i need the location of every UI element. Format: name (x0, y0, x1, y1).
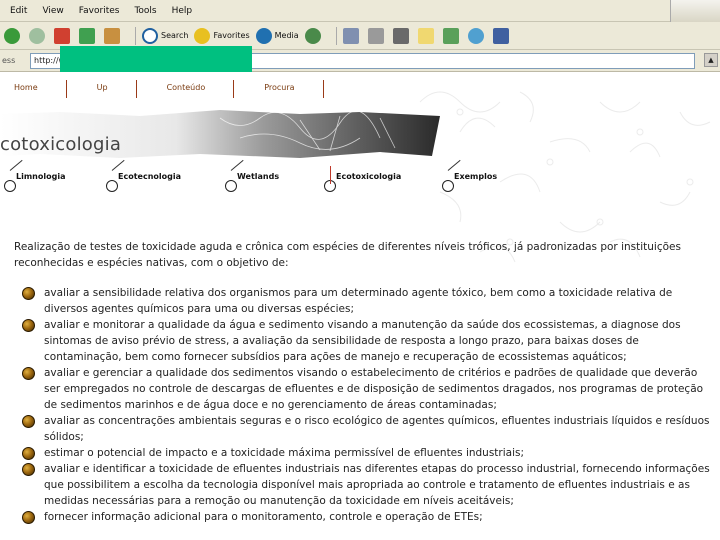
discuss-button[interactable] (417, 27, 437, 44)
media-label: Media (274, 31, 299, 40)
menu-favorites[interactable]: Favorites (79, 6, 120, 16)
menu-tools[interactable]: Tools (134, 6, 156, 16)
section-nav: Limnologia Ecotecnologia Wetlands Ecotox… (4, 159, 530, 204)
favorites-button[interactable]: Favorites (194, 27, 250, 44)
forward-button[interactable] (29, 27, 48, 44)
edit-button[interactable] (392, 27, 412, 44)
web-page: Home Up Conteúdo Procura cotoxicologia L… (0, 72, 720, 540)
bullet-icon (22, 415, 35, 428)
discuss-icon (417, 27, 434, 44)
search-icon (142, 27, 158, 44)
list-item: avaliar as concentrações ambientais segu… (22, 413, 712, 445)
arrow-icon (111, 159, 125, 171)
nav-up[interactable]: Up (67, 80, 137, 98)
bullet-icon (22, 319, 35, 332)
messenger-icon (467, 27, 484, 44)
messenger-button[interactable] (467, 27, 487, 44)
stop-icon (54, 27, 70, 44)
print-button[interactable] (367, 27, 387, 44)
subnav-exemplos[interactable]: Exemplos (442, 159, 498, 192)
banner-title: cotoxicologia (0, 134, 122, 155)
refresh-button[interactable] (79, 27, 98, 44)
extra-icon (492, 27, 509, 44)
subnav-ecotoxicologia[interactable]: Ecotoxicologia (324, 166, 402, 192)
bullet-icon (22, 447, 35, 460)
bullet-icon (22, 367, 35, 380)
arrow-icon (9, 159, 23, 171)
refresh-icon (79, 27, 95, 44)
subnav-label: Limnologia (16, 172, 66, 181)
nav-procura[interactable]: Procura (234, 80, 324, 98)
nav-conteudo[interactable]: Conteúdo (137, 80, 235, 98)
star-icon (194, 27, 211, 44)
home-button[interactable] (104, 27, 123, 44)
history-button[interactable] (304, 27, 324, 44)
list-item-text: fornecer informação adicional para o mon… (44, 511, 483, 523)
bullet-icon (22, 463, 35, 476)
menu-bar: Edit View Favorites Tools Help (0, 0, 720, 22)
subnav-label: Wetlands (237, 172, 280, 181)
menu-help[interactable]: Help (172, 6, 193, 16)
toolbar-divider (335, 26, 337, 45)
menu-edit[interactable]: Edit (10, 6, 27, 16)
list-item: avaliar e monitorar a qualidade da água … (22, 317, 712, 365)
list-item: fornecer informação adicional para o mon… (22, 509, 712, 525)
circle-icon (106, 180, 118, 192)
forward-icon (29, 27, 45, 44)
bullet-icon (22, 511, 35, 524)
list-item-text: avaliar e gerenciar a qualidade dos sedi… (44, 367, 704, 411)
media-button[interactable]: Media (255, 27, 299, 44)
subnav-label: Ecotecnologia (118, 172, 181, 181)
research-button[interactable] (442, 27, 462, 44)
search-label: Search (161, 31, 189, 40)
print-icon (367, 27, 384, 44)
list-item: avaliar a sensibilidade relativa dos org… (22, 285, 712, 317)
mail-icon (342, 27, 359, 44)
nav-home[interactable]: Home (10, 80, 67, 98)
subnav-limnologia[interactable]: Limnologia (4, 159, 66, 192)
circle-icon (442, 180, 454, 192)
back-icon (4, 27, 20, 44)
search-button[interactable]: Search (142, 27, 189, 44)
extra-button[interactable] (492, 27, 512, 44)
home-icon (104, 27, 120, 44)
list-item-text: avaliar e monitorar a qualidade da água … (44, 319, 681, 363)
list-item-text: estimar o potencial de impacto e a toxic… (44, 447, 525, 459)
arrow-up-icon (330, 166, 331, 184)
edit-icon (392, 27, 409, 44)
intro-paragraph: Realização de testes de toxicidade aguda… (14, 241, 681, 269)
history-icon (304, 27, 321, 44)
scroll-up-arrow[interactable]: ▲ (704, 53, 718, 67)
mail-button[interactable] (342, 27, 362, 44)
list-item: estimar o potencial de impacto e a toxic… (22, 445, 712, 461)
top-nav: Home Up Conteúdo Procura (10, 80, 324, 98)
back-button[interactable] (4, 27, 23, 44)
windows-logo (670, 0, 720, 22)
list-item: avaliar e gerenciar a qualidade dos sedi… (22, 365, 712, 413)
research-icon (442, 27, 459, 44)
stop-button[interactable] (54, 27, 73, 44)
circle-icon (4, 180, 16, 192)
bullet-icon (22, 287, 35, 300)
media-icon (255, 27, 272, 44)
toolbar-divider (135, 26, 136, 45)
circle-icon (225, 180, 237, 192)
arrow-icon (230, 159, 244, 171)
address-label: ess (2, 56, 16, 65)
menu-view[interactable]: View (42, 6, 63, 16)
subnav-ecotecnologia[interactable]: Ecotecnologia (106, 159, 181, 192)
favorites-label: Favorites (213, 31, 250, 40)
subnav-wetlands[interactable]: Wetlands (225, 159, 280, 192)
subnav-label: Exemplos (454, 172, 498, 181)
list-item: avaliar e identificar a toxicidade de ef… (22, 461, 712, 509)
list-item-text: avaliar e identificar a toxicidade de ef… (44, 463, 710, 507)
objectives-list: avaliar a sensibilidade relativa dos org… (22, 285, 712, 525)
list-item-text: avaliar a sensibilidade relativa dos org… (44, 287, 673, 315)
subnav-label: Ecotoxicologia (336, 172, 402, 181)
list-item-text: avaliar as concentrações ambientais segu… (44, 415, 710, 443)
